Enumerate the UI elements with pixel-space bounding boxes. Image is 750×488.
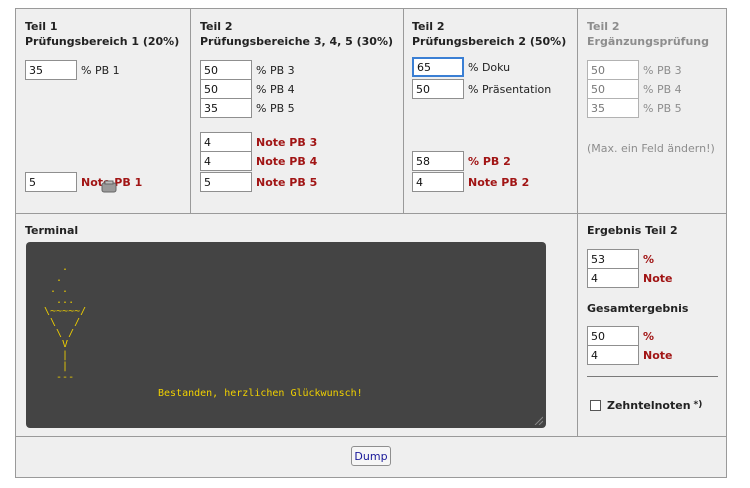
pb4-note-row: Note PB 4 — [200, 151, 317, 171]
zehntelnoten-checkbox[interactable] — [590, 399, 601, 411]
teil2-pb345-header: Teil 2 Prüfungsbereiche 3, 4, 5 (30%) — [200, 19, 393, 49]
results-divider — [587, 376, 718, 377]
erg-pb3-label: % PB 3 — [643, 63, 682, 77]
doku-percent-input[interactable] — [412, 57, 464, 77]
teil2-percent-label: % — [643, 252, 655, 266]
drag-cursor-icon — [101, 180, 117, 193]
pb5-note-label: Note PB 5 — [256, 175, 318, 189]
zehntelnoten-toggle[interactable]: Zehntelnoten *) — [590, 395, 702, 415]
gesamt-percent-row: % — [587, 326, 654, 346]
divider — [403, 9, 404, 213]
teil2-percent-row: % — [587, 249, 654, 269]
gesamtergebnis-title: Gesamtergebnis — [587, 302, 689, 315]
pb2-note-row: Note PB 2 — [412, 172, 529, 192]
pb3-percent-label: % PB 3 — [256, 63, 295, 77]
pb3-note-row: Note PB 3 — [200, 132, 317, 152]
pb1-note-input[interactable] — [25, 172, 77, 192]
pb4-percent-label: % PB 4 — [256, 82, 295, 96]
pb2-percent-input[interactable] — [412, 151, 464, 171]
praesentation-row: % Präsentation — [412, 79, 551, 99]
erg-pb4-input[interactable] — [587, 79, 639, 99]
pb3-note-input[interactable] — [200, 132, 252, 152]
teil2-pb2-subtitle: Prüfungsbereich 2 (50%) — [412, 35, 567, 48]
pb2-percent-row: % PB 2 — [412, 151, 511, 171]
pb5-percent-label: % PB 5 — [256, 101, 295, 115]
pb4-note-label: Note PB 4 — [256, 154, 318, 168]
zehntelnoten-footnote-mark: *) — [693, 400, 703, 410]
gesamt-note-row: Note — [587, 345, 672, 365]
gesamt-percent-label: % — [643, 329, 655, 343]
erg-pb5-input[interactable] — [587, 98, 639, 118]
pb2-note-input[interactable] — [412, 172, 464, 192]
doku-label: % Doku — [468, 60, 511, 74]
pb5-percent-input[interactable] — [200, 98, 252, 118]
ergaenzung-subtitle: Ergänzungsprüfung — [587, 35, 710, 48]
terminal-message: Bestanden, herzlichen Glückwunsch! — [158, 388, 363, 399]
pb3-percent-input[interactable] — [200, 60, 252, 80]
teil2-note-output[interactable] — [587, 268, 639, 288]
doku-row: % Doku — [412, 57, 510, 77]
gesamt-percent-output[interactable] — [587, 326, 639, 346]
teil2-note-row: Note — [587, 268, 672, 288]
teil1-title: Teil 1 — [25, 20, 58, 33]
teil1-header: Teil 1 Prüfungsbereich 1 (20%) — [25, 19, 179, 49]
funnel-ascii-art: . . . . ... \~~~~~/ \ / \ / V | | --- — [44, 262, 87, 383]
pb5-note-row: Note PB 5 — [200, 172, 317, 192]
pb1-percent-input[interactable] — [25, 60, 77, 80]
divider — [16, 436, 726, 437]
zehntelnoten-label: Zehntelnoten — [607, 398, 691, 412]
divider — [16, 213, 726, 214]
gesamt-note-output[interactable] — [587, 345, 639, 365]
pb3-percent-row: % PB 3 — [200, 60, 295, 80]
pb4-percent-input[interactable] — [200, 79, 252, 99]
ergaenzung-title: Teil 2 — [587, 20, 620, 33]
teil2-pb345-subtitle: Prüfungsbereiche 3, 4, 5 (30%) — [200, 35, 394, 48]
erg-pb4-label: % PB 4 — [643, 82, 682, 96]
teil2-note-label: Note — [643, 271, 673, 285]
pb1-percent-row: % PB 1 — [25, 60, 120, 80]
pb4-note-input[interactable] — [200, 151, 252, 171]
pb2-percent-label: % PB 2 — [468, 154, 511, 168]
pb1-note-row: Note PB 1 — [25, 172, 142, 192]
divider — [190, 9, 191, 213]
pb4-percent-row: % PB 4 — [200, 79, 295, 99]
ergaenzung-hint: (Max. ein Feld ändern!) — [587, 142, 715, 155]
ergebnis-teil2-title: Ergebnis Teil 2 — [587, 224, 678, 237]
erg-pb4-row: % PB 4 — [587, 79, 682, 99]
pb2-note-label: Note PB 2 — [468, 175, 530, 189]
resize-grip-icon[interactable] — [533, 415, 543, 425]
teil2-pb345-title: Teil 2 — [200, 20, 233, 33]
pb5-note-input[interactable] — [200, 172, 252, 192]
gesamt-note-label: Note — [643, 348, 673, 362]
ergaenzung-header: Teil 2 Ergänzungsprüfung — [587, 19, 709, 49]
divider — [577, 9, 578, 437]
terminal-output[interactable]: . . . . ... \~~~~~/ \ / \ / V | | --- Be… — [26, 242, 546, 428]
erg-pb3-input[interactable] — [587, 60, 639, 80]
dump-button[interactable]: Dump — [351, 446, 391, 466]
teil2-pb2-header: Teil 2 Prüfungsbereich 2 (50%) — [412, 19, 566, 49]
terminal-title: Terminal — [25, 224, 79, 237]
erg-pb5-label: % PB 5 — [643, 101, 682, 115]
teil2-percent-output[interactable] — [587, 249, 639, 269]
pb5-percent-row: % PB 5 — [200, 98, 295, 118]
teil1-subtitle: Prüfungsbereich 1 (20%) — [25, 35, 180, 48]
pb3-note-label: Note PB 3 — [256, 135, 318, 149]
teil2-pb2-title: Teil 2 — [412, 20, 445, 33]
erg-pb5-row: % PB 5 — [587, 98, 682, 118]
praesentation-percent-input[interactable] — [412, 79, 464, 99]
pb1-percent-label: % PB 1 — [81, 63, 120, 77]
grade-calculator-frame: Teil 1 Prüfungsbereich 1 (20%) % PB 1 No… — [15, 8, 727, 478]
praesentation-label: % Präsentation — [468, 82, 552, 96]
erg-pb3-row: % PB 3 — [587, 60, 682, 80]
